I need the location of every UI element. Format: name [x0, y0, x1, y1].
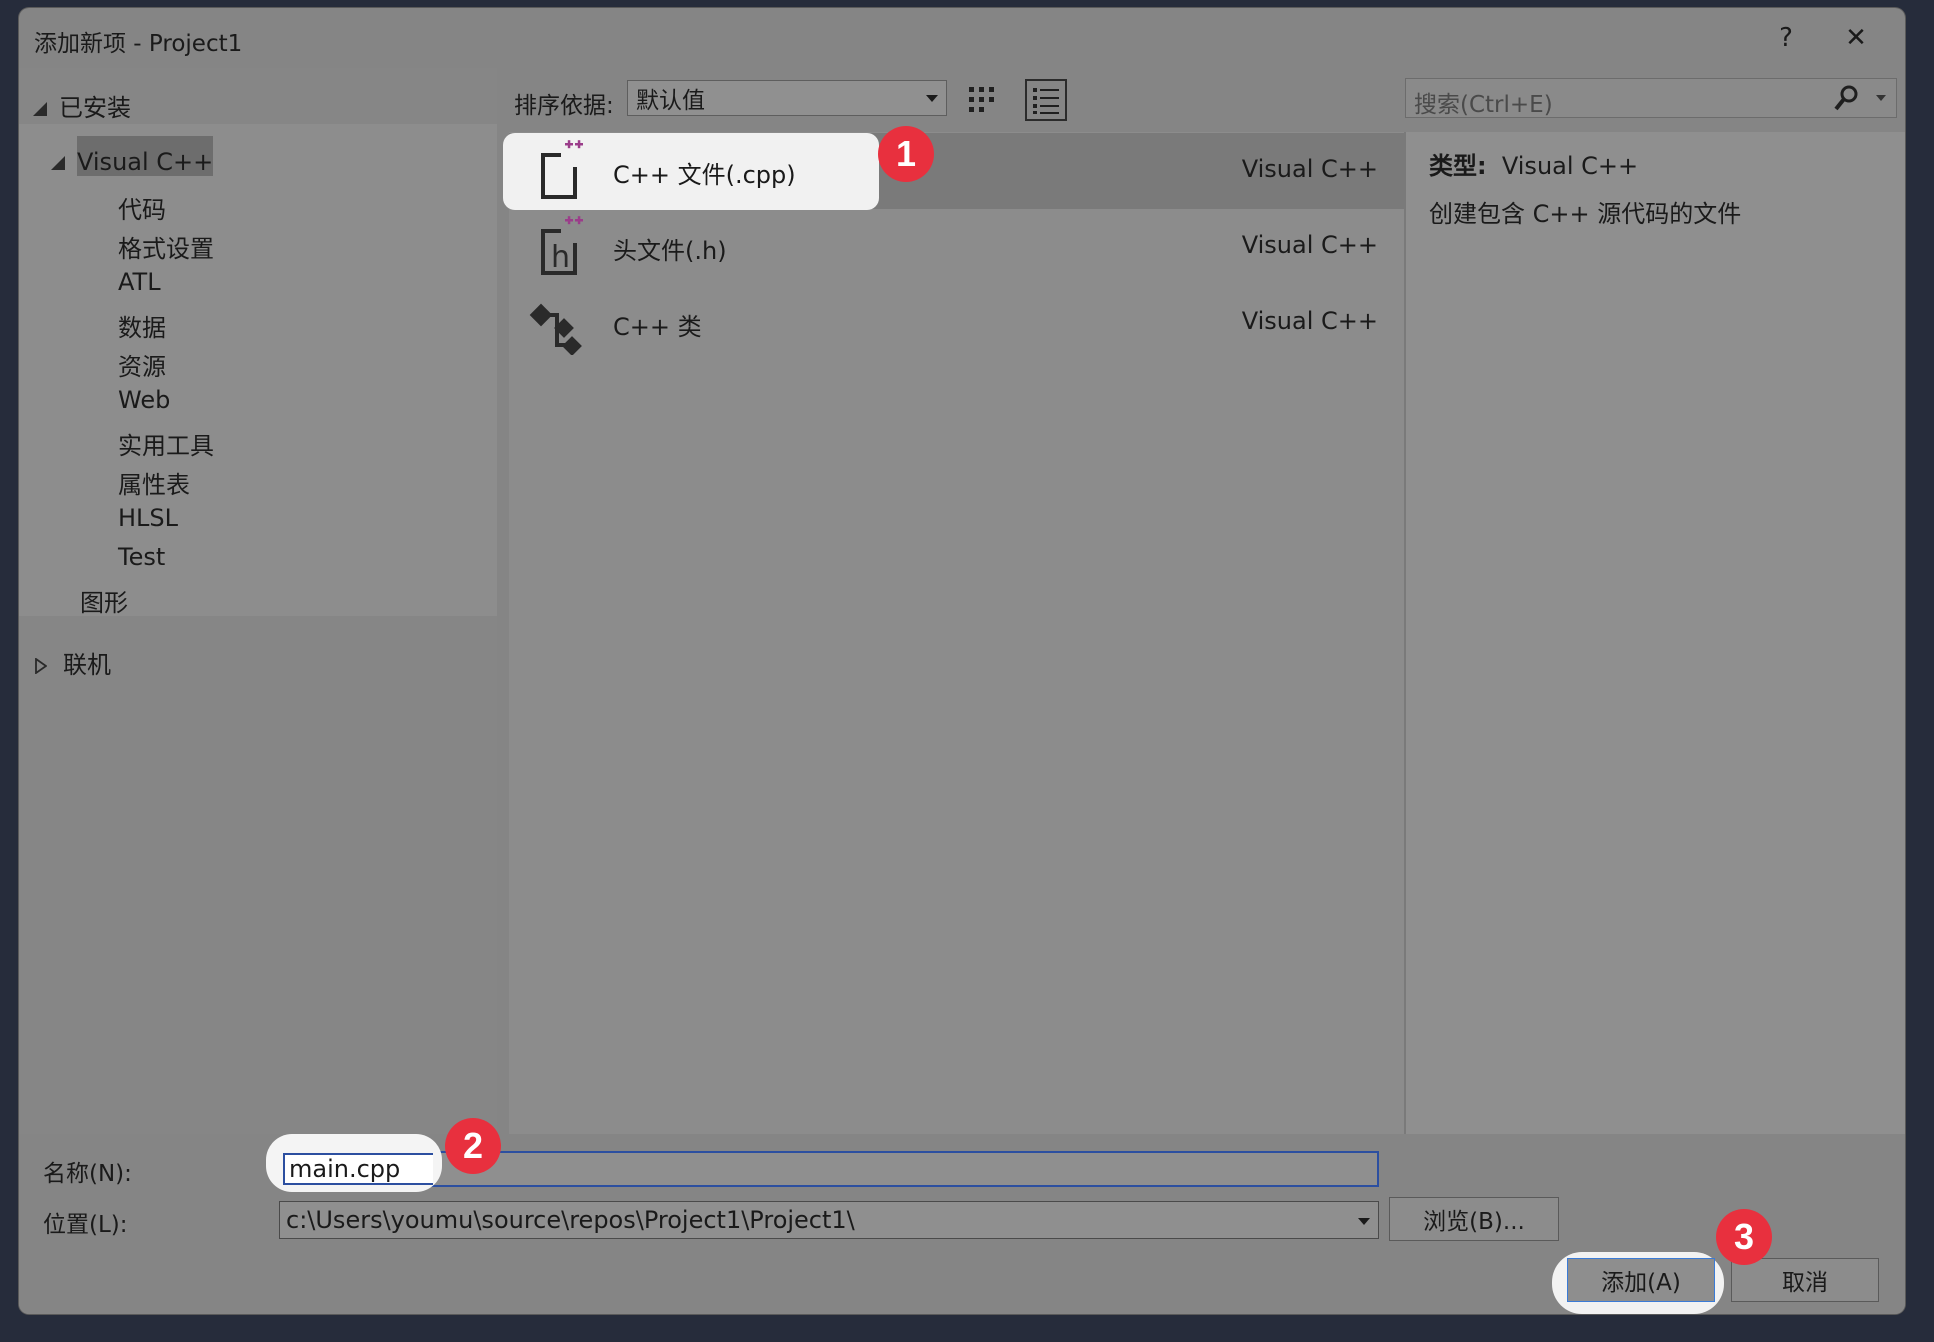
tree-node-installed[interactable]: 已安装	[33, 88, 131, 123]
tree-node-resource[interactable]: 资源	[118, 347, 166, 382]
help-button[interactable]: ?	[1756, 16, 1816, 60]
add-new-item-dialog: 添加新项 - Project1 ? ✕ 已安装 Visual C++ 代码 格式…	[19, 8, 1905, 1314]
close-button[interactable]: ✕	[1826, 16, 1886, 60]
details-panel	[1404, 132, 1905, 1134]
tree-node-code[interactable]: 代码	[118, 190, 166, 225]
template-item-cpp-class[interactable]: C++ 类 Visual C++	[509, 285, 1404, 361]
tree-node-atl[interactable]: ATL	[118, 268, 161, 296]
template-item-language: Visual C++	[1241, 155, 1378, 183]
name-label: 名称(N):	[43, 1161, 132, 1187]
search-placeholder: 搜索(Ctrl+E)	[1414, 92, 1553, 118]
title-bar: 添加新项 - Project1 ? ✕	[19, 8, 1905, 68]
step-badge-1: 1	[878, 126, 934, 182]
tree-node-formatting[interactable]: 格式设置	[118, 229, 214, 264]
tree-node-test[interactable]: Test	[118, 543, 165, 571]
collapse-triangle-icon	[33, 102, 47, 116]
sort-label: 排序依据:	[514, 93, 614, 119]
tree-node-graphics[interactable]: 图形	[80, 583, 128, 618]
browse-button[interactable]: 浏览(B)...	[1389, 1197, 1559, 1241]
tree-installed-section	[19, 124, 497, 616]
small-icons-view-button[interactable]	[961, 79, 1003, 121]
list-view-button[interactable]	[1025, 79, 1067, 121]
close-icon: ✕	[1845, 23, 1867, 53]
cancel-button[interactable]: 取消	[1731, 1258, 1879, 1302]
template-item-name: C++ 类	[613, 313, 702, 341]
list-view-icon	[1033, 88, 1059, 114]
svg-text:h: h	[551, 240, 570, 275]
name-field-value[interactable]: main.cpp	[283, 1153, 433, 1185]
cpp-class-icon	[529, 303, 582, 355]
expand-triangle-icon	[35, 657, 48, 675]
details-type-label: 类型:	[1429, 152, 1487, 180]
name-field[interactable]	[279, 1151, 1379, 1187]
help-icon: ?	[1779, 23, 1793, 53]
tree-node-property-sheets[interactable]: 属性表	[118, 465, 190, 500]
template-item-name: 头文件(.h)	[613, 237, 727, 265]
tree-node-visual-cpp[interactable]: Visual C++	[51, 148, 213, 176]
tree-node-hlsl[interactable]: HLSL	[118, 504, 178, 532]
details-type: 类型: Visual C++	[1429, 146, 1638, 181]
add-button[interactable]: 添加(A)	[1567, 1258, 1715, 1302]
location-value: c:\Users\youmu\source\repos\Project1\Pro…	[286, 1206, 855, 1234]
step-badge-3: 3	[1716, 1209, 1772, 1265]
template-item-language: Visual C++	[1241, 231, 1378, 259]
step-badge-2: 2	[445, 1118, 501, 1174]
template-item-header-file[interactable]: h 头文件(.h) Visual C++	[509, 209, 1404, 285]
tree-node-utility[interactable]: 实用工具	[118, 426, 214, 461]
search-options-chevron-icon[interactable]	[1876, 95, 1886, 101]
tree-node-online[interactable]: 联机	[35, 645, 111, 680]
template-item-language: Visual C++	[1241, 307, 1378, 335]
header-file-icon: h	[541, 216, 583, 275]
location-label: 位置(L):	[43, 1212, 128, 1238]
location-dropdown[interactable]: c:\Users\youmu\source\repos\Project1\Pro…	[279, 1201, 1379, 1239]
chevron-down-icon[interactable]	[1358, 1218, 1370, 1225]
chevron-down-icon	[926, 94, 938, 102]
search-input[interactable]: 搜索(Ctrl+E)	[1405, 78, 1897, 118]
search-icon[interactable]	[1832, 83, 1862, 113]
details-description: 创建包含 C++ 源代码的文件	[1429, 200, 1742, 228]
collapse-triangle-icon	[51, 156, 65, 170]
window-title: 添加新项 - Project1	[34, 31, 243, 57]
sort-dropdown[interactable]: 默认值	[627, 80, 947, 116]
tree-node-data[interactable]: 数据	[118, 308, 166, 343]
sort-value: 默认值	[636, 88, 705, 114]
template-item-name: C++ 文件(.cpp)	[613, 161, 796, 189]
details-type-value: Visual C++	[1501, 152, 1639, 180]
template-item-cpp-file-content[interactable]: C++ 文件(.cpp) Visual C++	[509, 133, 1404, 209]
tree-node-web[interactable]: Web	[118, 386, 170, 414]
cpp-file-icon	[541, 140, 583, 199]
grid-view-icon	[969, 87, 994, 112]
